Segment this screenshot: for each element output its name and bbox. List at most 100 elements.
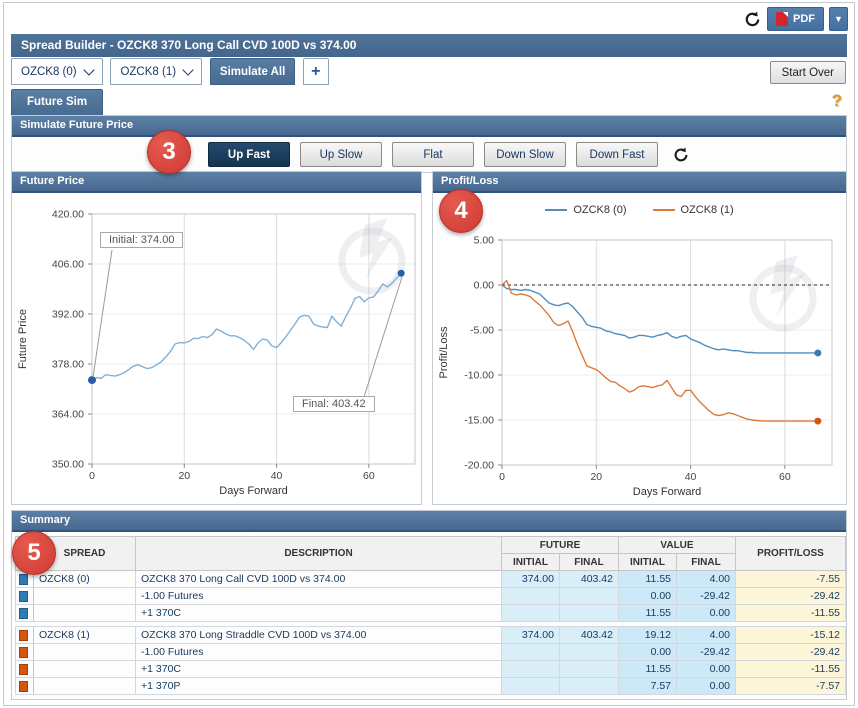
svg-text:392.00: 392.00	[52, 309, 84, 321]
page-title: Spread Builder - OZCK8 370 Long Call CVD…	[21, 38, 356, 52]
tab-ozck8-1[interactable]: OZCK8 (1)	[110, 58, 202, 85]
legend-swatch-orange	[653, 209, 675, 211]
value-final-cell: 0.00	[677, 661, 736, 678]
simulation-button-group: Up Fast Up Slow Flat Down Slow Down Fast	[208, 142, 690, 167]
window-title-bar: Spread Builder - OZCK8 370 Long Call CVD…	[11, 34, 847, 57]
rerun-simulation-icon[interactable]	[672, 146, 690, 164]
legend-item-ozck8-1: OZCK8 (1)	[653, 204, 734, 216]
description-cell: +1 370C	[136, 605, 502, 622]
future-group-header: FUTURE	[502, 537, 619, 554]
chevron-down-icon	[183, 64, 194, 75]
value-final-cell: 0.00	[677, 605, 736, 622]
chart-legend: OZCK8 (0) OZCK8 (1)	[433, 204, 846, 216]
svg-text:60: 60	[363, 470, 375, 482]
future-initial-cell	[502, 588, 560, 605]
page-root: { "colors": { "blue": "#2d7cb5", "orange…	[0, 0, 858, 708]
flat-button[interactable]: Flat	[392, 142, 474, 167]
tab-ozck8-0[interactable]: OZCK8 (0)	[11, 58, 103, 85]
value-final-cell: 4.00	[677, 571, 736, 588]
table-row[interactable]: -1.00 Futures0.00-29.42-29.42	[16, 644, 846, 661]
profit-loss-column-header: PROFIT/LOSS	[736, 537, 846, 571]
future-price-chart-svg: 350.00364.00378.00392.00406.00420.000204…	[12, 193, 421, 504]
future-initial-cell	[502, 678, 560, 695]
future-initial-cell	[502, 605, 560, 622]
refresh-icon[interactable]	[743, 10, 762, 29]
svg-text:Profit/Loss: Profit/Loss	[438, 326, 450, 378]
chevron-down-icon	[83, 64, 94, 75]
future-initial-cell: 374.00	[502, 571, 560, 588]
help-icon[interactable]: ?	[832, 91, 842, 111]
svg-text:-5.00: -5.00	[470, 325, 494, 337]
table-row[interactable]: +1 370C11.550.00-11.55	[16, 661, 846, 678]
table-row[interactable]: OZCK8 (0)OZCK8 370 Long Call CVD 100D vs…	[16, 571, 846, 588]
spread-color-marker	[16, 627, 34, 644]
spread-cell	[34, 588, 136, 605]
svg-text:60: 60	[779, 471, 791, 483]
future-final-cell: 403.42	[560, 571, 619, 588]
future-initial-cell: 374.00	[502, 627, 560, 644]
spread-cell	[34, 678, 136, 695]
value-initial-cell: 19.12	[619, 627, 677, 644]
down-slow-button[interactable]: Down Slow	[484, 142, 566, 167]
value-initial-cell: 11.55	[619, 571, 677, 588]
pdf-export-button[interactable]: PDF	[767, 7, 824, 31]
value-initial-cell: 0.00	[619, 644, 677, 661]
description-column-header: DESCRIPTION	[136, 537, 502, 571]
table-row[interactable]: +1 370C 11.550.00-11.55	[16, 605, 846, 622]
profit-loss-header: Profit/Loss	[433, 172, 846, 193]
future-final-cell	[560, 605, 619, 622]
profit-loss-chart[interactable]: -20.00-15.00-10.00-5.000.005.000204060Da…	[433, 193, 846, 504]
spread-color-marker	[16, 588, 34, 605]
legend-item-ozck8-0: OZCK8 (0)	[545, 204, 626, 216]
future-price-panel: Future Price 350.00364.00378.00392.00406…	[11, 171, 422, 505]
table-row[interactable]: +1 370P7.570.00-7.57	[16, 678, 846, 695]
future-final-cell	[560, 588, 619, 605]
svg-text:0.00: 0.00	[474, 280, 495, 292]
future-initial-cell	[502, 661, 560, 678]
description-cell: +1 370C	[136, 661, 502, 678]
summary-header: Summary	[12, 511, 846, 532]
profit-loss-cell: -29.42	[736, 588, 846, 605]
future-price-chart[interactable]: 350.00364.00378.00392.00406.00420.000204…	[12, 193, 421, 504]
add-spread-tab-button[interactable]: +	[303, 58, 329, 85]
pdf-file-icon	[776, 12, 788, 26]
pdf-dropdown-button[interactable]: ▼	[829, 7, 848, 31]
spread-tab-bar: OZCK8 (0) OZCK8 (1) Simulate All + Start…	[11, 58, 847, 88]
spread-cell	[34, 661, 136, 678]
profit-loss-cell: -15.12	[736, 627, 846, 644]
value-final-cell: 4.00	[677, 627, 736, 644]
legend-label: OZCK8 (1)	[681, 204, 734, 216]
value-group-header: VALUE	[619, 537, 736, 554]
summary-table: SPREAD DESCRIPTION FUTURE VALUE PROFIT/L…	[15, 536, 846, 695]
spread-cell: OZCK8 (0)	[34, 571, 136, 588]
svg-text:20: 20	[590, 471, 602, 483]
up-fast-button[interactable]: Up Fast	[208, 142, 290, 167]
future-final-cell	[560, 644, 619, 661]
svg-text:5.00: 5.00	[474, 235, 495, 247]
profit-loss-cell: -7.57	[736, 678, 846, 695]
value-initial-cell: 11.55	[619, 605, 677, 622]
final-price-callout: Final: 403.42	[293, 396, 375, 412]
value-final-cell: -29.42	[677, 588, 736, 605]
annotation-badge-4: 4	[439, 189, 483, 233]
down-fast-button[interactable]: Down Fast	[576, 142, 658, 167]
value-initial-cell: 11.55	[619, 661, 677, 678]
svg-text:-15.00: -15.00	[464, 415, 494, 427]
tab-simulate-all[interactable]: Simulate All	[210, 58, 295, 85]
annotation-badge-5: 5	[12, 531, 56, 575]
table-row[interactable]: -1.00 Futures0.00-29.42-29.42	[16, 588, 846, 605]
profit-loss-cell: -29.42	[736, 644, 846, 661]
legend-swatch-blue	[545, 209, 567, 211]
summary-panel: Summary SPREAD DESCRIPTION FUTURE VALUE …	[11, 510, 847, 700]
profit-loss-cell: -11.55	[736, 605, 846, 622]
spread-color-marker	[16, 661, 34, 678]
start-over-button[interactable]: Start Over	[770, 61, 846, 84]
value-final-header: FINAL	[677, 554, 736, 571]
profit-loss-chart-svg: -20.00-15.00-10.00-5.000.005.000204060Da…	[433, 193, 846, 504]
future-initial-header: INITIAL	[502, 554, 560, 571]
value-final-cell: -29.42	[677, 644, 736, 661]
table-row[interactable]: OZCK8 (1)OZCK8 370 Long Straddle CVD 100…	[16, 627, 846, 644]
tab-future-sim[interactable]: Future Sim	[11, 89, 103, 115]
up-slow-button[interactable]: Up Slow	[300, 142, 382, 167]
spread-cell	[34, 605, 136, 622]
